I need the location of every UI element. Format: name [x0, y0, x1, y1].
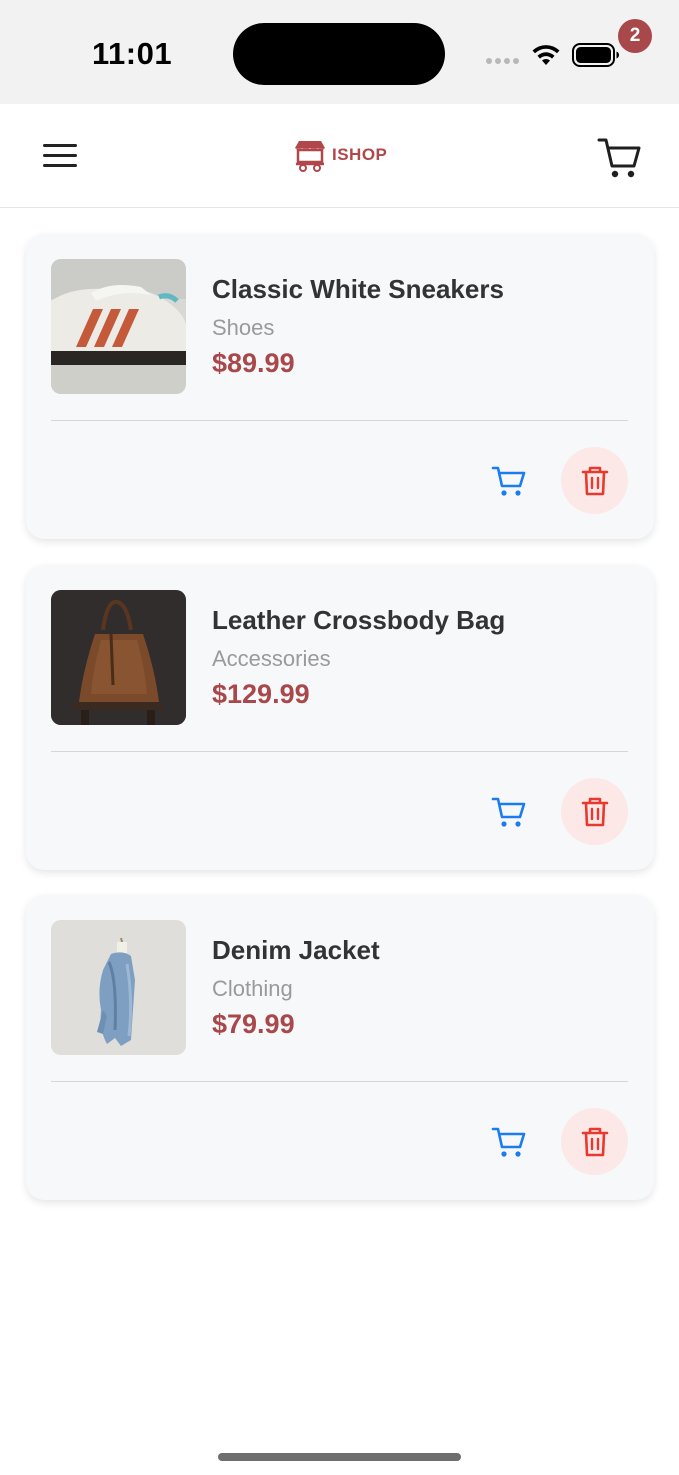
hamburger-line	[43, 164, 77, 167]
card-divider	[51, 420, 628, 421]
product-category: Accessories	[212, 646, 331, 671]
cellular-signal-icon	[486, 58, 519, 64]
shop-logo[interactable]: ISHOP	[292, 138, 387, 172]
hamburger-line	[43, 144, 77, 147]
product-card[interactable]: Classic White Sneakers Shoes $89.99	[26, 234, 654, 539]
product-card[interactable]: Denim Jacket Clothing $79.99	[26, 895, 654, 1200]
app-screen: 11:01 ISHOP 2 Classic White Sneakers Sho…	[0, 0, 679, 1475]
delete-button[interactable]	[561, 778, 628, 845]
cart-plus-icon	[491, 1127, 526, 1157]
cart-plus-icon	[491, 797, 526, 827]
delete-button[interactable]	[561, 1108, 628, 1175]
status-time: 11:01	[92, 36, 173, 71]
product-name[interactable]: Denim Jacket	[212, 935, 380, 966]
logo-text: ISHOP	[332, 145, 388, 164]
cart-count-badge: 2	[618, 19, 652, 53]
product-name[interactable]: Classic White Sneakers	[212, 274, 504, 305]
trash-icon	[581, 466, 608, 495]
product-image	[51, 259, 186, 394]
dynamic-island	[233, 23, 445, 85]
shopping-cart-icon	[597, 138, 641, 178]
product-price: $129.99	[212, 679, 310, 709]
wifi-icon	[532, 45, 560, 65]
sneaker-photo	[51, 259, 186, 394]
add-to-cart-button[interactable]	[486, 783, 534, 839]
leather-bag-photo	[51, 590, 186, 725]
product-category: Shoes	[212, 315, 275, 340]
product-price: $79.99	[212, 1009, 295, 1039]
cart-plus-icon	[491, 466, 526, 496]
store-cart-icon	[295, 141, 325, 172]
add-to-cart-button[interactable]	[486, 452, 534, 508]
product-image	[51, 920, 186, 1055]
product-name[interactable]: Leather Crossbody Bag	[212, 605, 505, 636]
hamburger-line	[43, 154, 77, 157]
app-header: ISHOP	[0, 104, 679, 208]
cart-button[interactable]	[594, 128, 654, 184]
product-image	[51, 590, 186, 725]
product-card[interactable]: Leather Crossbody Bag Accessories $129.9…	[26, 565, 654, 870]
product-category: Clothing	[212, 976, 293, 1001]
add-to-cart-button[interactable]	[486, 1113, 534, 1169]
delete-button[interactable]	[561, 447, 628, 514]
trash-icon	[581, 1127, 608, 1156]
home-indicator[interactable]	[218, 1453, 461, 1461]
card-divider	[51, 1081, 628, 1082]
product-price: $89.99	[212, 348, 295, 378]
trash-icon	[581, 797, 608, 826]
battery-icon	[572, 43, 619, 67]
status-bar: 11:01	[0, 0, 679, 104]
card-divider	[51, 751, 628, 752]
denim-jacket-photo	[51, 920, 186, 1055]
menu-button[interactable]	[38, 138, 82, 174]
